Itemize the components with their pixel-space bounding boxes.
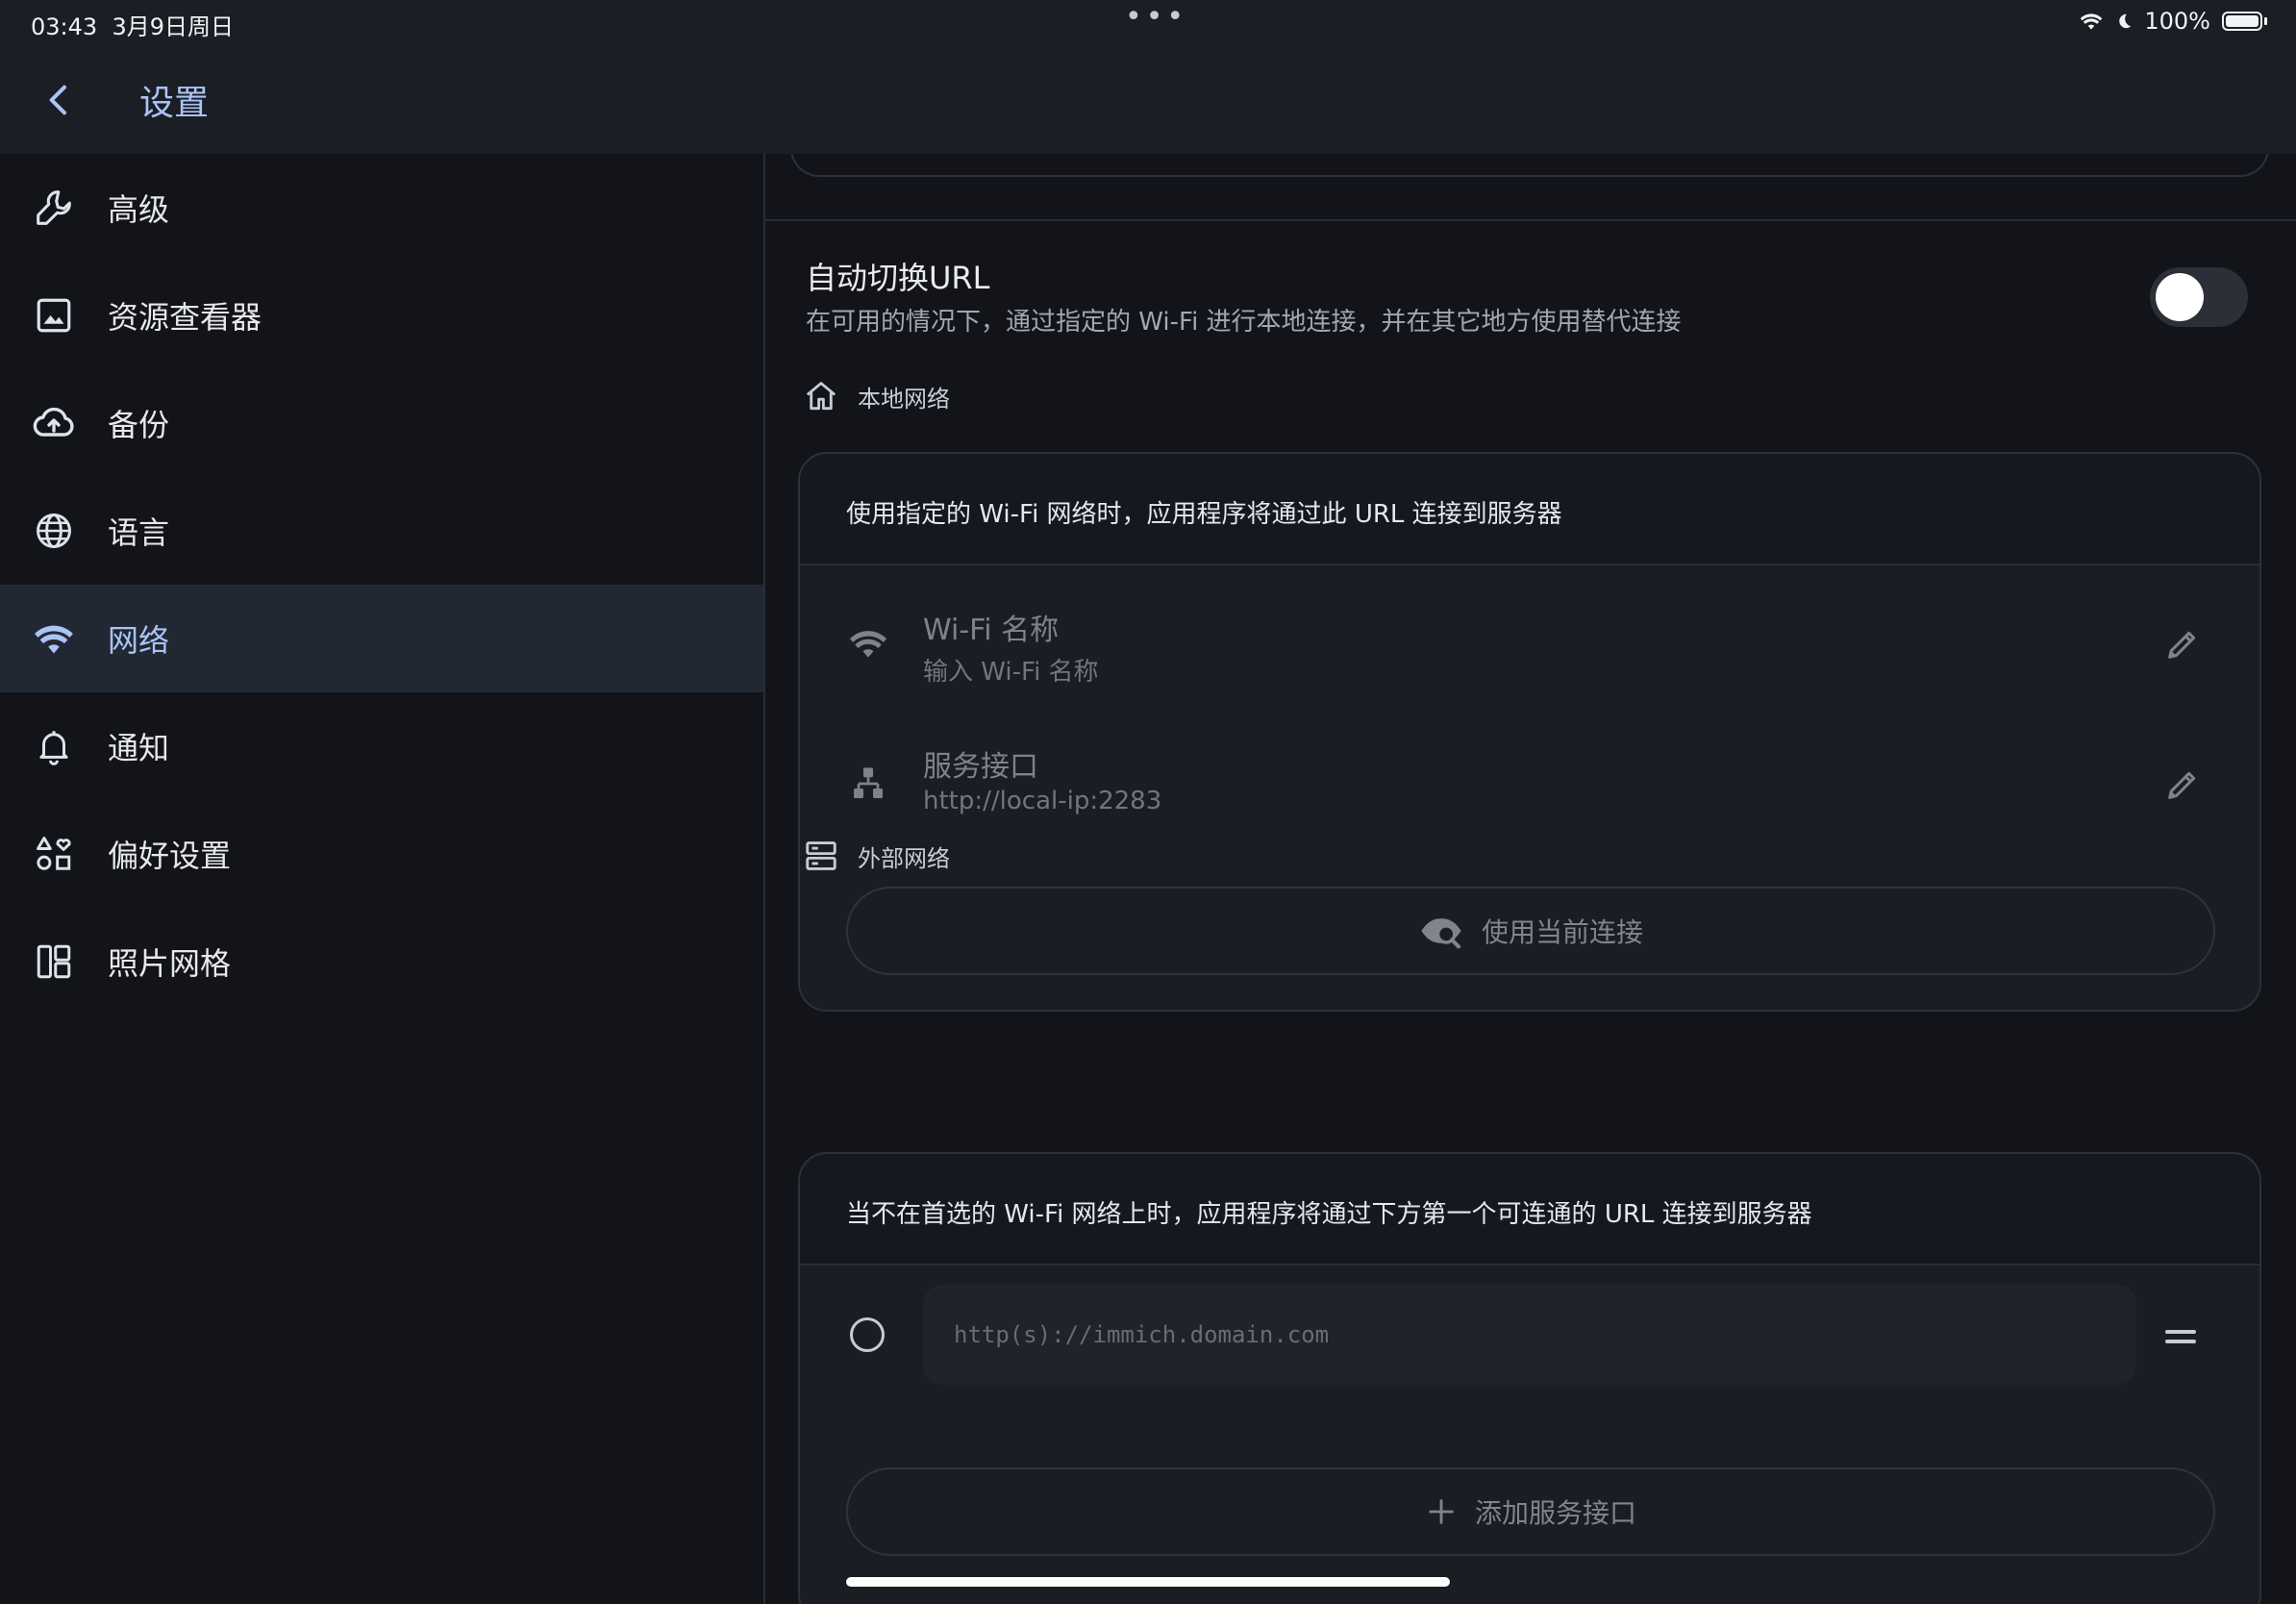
- server-endpoint-value: http://local-ip:2283: [923, 787, 1162, 815]
- external-network-description: 当不在首选的 Wi-Fi 网络上时，应用程序将通过下方第一个可连通的 URL 连…: [846, 1200, 1812, 1229]
- network-topology-icon: [844, 760, 892, 808]
- use-current-connection-button[interactable]: 使用当前连接: [846, 887, 2215, 975]
- battery-tip: [2264, 17, 2267, 25]
- sidebar: 高级 资源查看器 备份 语言 网络 通知 偏好设置 照片网格: [0, 154, 765, 1604]
- battery-percent: 100%: [2144, 8, 2210, 35]
- wifi-name-title: Wi-Fi 名称: [923, 614, 1060, 647]
- home-icon: [802, 377, 840, 415]
- wifi-name-row[interactable]: Wi-Fi 名称 输入 Wi-Fi 名称: [800, 589, 2259, 704]
- sidebar-item-label: 偏好设置: [108, 838, 232, 874]
- external-url-input[interactable]: [923, 1285, 2136, 1385]
- wrench-icon: [31, 185, 77, 231]
- wifi-status-icon: [2081, 13, 2103, 30]
- status-bar: 03:43 3月9日周日 ••• 100%: [0, 0, 2296, 46]
- multitasking-dots-icon[interactable]: •••: [1125, 0, 1187, 34]
- auto-switch-title: 自动切换URL: [806, 260, 990, 296]
- sidebar-item-label: 备份: [108, 407, 170, 443]
- battery-icon: [2222, 12, 2262, 31]
- sidebar-item-backup[interactable]: 备份: [0, 369, 763, 477]
- local-network-description: 使用指定的 Wi-Fi 网络时，应用程序将通过此 URL 连接到服务器: [846, 500, 1562, 529]
- edit-wifi-name-button[interactable]: [2156, 617, 2209, 671]
- sidebar-item-preferences[interactable]: 偏好设置: [0, 800, 763, 908]
- auto-switch-subtitle: 在可用的情况下，通过指定的 Wi-Fi 进行本地连接，并在其它地方使用替代连接: [806, 308, 1682, 337]
- pencil-icon: [2168, 631, 2196, 659]
- moon-icon: [2119, 13, 2132, 29]
- sidebar-item-network[interactable]: 网络: [0, 585, 763, 692]
- grid-layout-icon: [31, 939, 77, 985]
- external-network-card: 当不在首选的 Wi-Fi 网络上时，应用程序将通过下方第一个可连通的 URL 连…: [798, 1152, 2261, 1604]
- use-current-connection-label: 使用当前连接: [1481, 916, 1643, 948]
- status-indicators: 100%: [2079, 8, 2267, 35]
- external-network-header: 外部网络: [802, 837, 950, 875]
- local-network-card: 使用指定的 Wi-Fi 网络时，应用程序将通过此 URL 连接到服务器 Wi-F…: [798, 452, 2261, 1012]
- wifi-name-placeholder: 输入 Wi-Fi 名称: [923, 658, 1099, 687]
- sidebar-item-label: 资源查看器: [108, 299, 262, 336]
- eye-search-icon: [1421, 918, 1461, 949]
- sidebar-item-asset-viewer[interactable]: 资源查看器: [0, 262, 763, 369]
- sidebar-item-language[interactable]: 语言: [0, 477, 763, 585]
- add-server-endpoint-label: 添加服务接口: [1474, 1497, 1636, 1529]
- auto-switch-toggle[interactable]: [2150, 267, 2248, 327]
- local-network-fields: Wi-Fi 名称 输入 Wi-Fi 名称 服务接口 http://local-i…: [800, 565, 2259, 1010]
- external-network-fields: 添加服务接口: [800, 1266, 2259, 1604]
- local-network-header: 本地网络: [802, 377, 950, 415]
- cloud-upload-icon: [31, 400, 77, 446]
- sidebar-item-label: 网络: [108, 622, 170, 659]
- server-endpoint-title: 服务接口: [923, 750, 1038, 784]
- chevron-left-icon: [49, 85, 66, 115]
- previous-card-edge: [790, 154, 2269, 177]
- back-button[interactable]: [33, 73, 87, 127]
- plus-icon: [1429, 1499, 1454, 1524]
- bell-icon: [31, 723, 77, 769]
- sidebar-item-photo-grid[interactable]: 照片网格: [0, 908, 763, 1015]
- status-time: 03:43 3月9日周日: [31, 13, 234, 40]
- drag-handle-icon[interactable]: [2159, 1316, 2202, 1358]
- external-url-row: [800, 1285, 2259, 1394]
- page-title: 设置: [139, 84, 210, 123]
- url-radio[interactable]: [850, 1317, 885, 1352]
- edit-server-endpoint-button[interactable]: [2156, 758, 2209, 812]
- sidebar-item-advanced[interactable]: 高级: [0, 154, 763, 262]
- toggle-knob: [2156, 273, 2204, 321]
- pencil-icon: [2168, 771, 2196, 799]
- wifi-icon: [844, 619, 892, 667]
- sidebar-item-label: 照片网格: [108, 945, 232, 982]
- server-endpoint-row[interactable]: 服务接口 http://local-ip:2283: [800, 731, 2259, 846]
- globe-icon: [31, 508, 77, 554]
- image-icon: [31, 292, 77, 338]
- sidebar-item-label: 语言: [108, 514, 170, 551]
- sidebar-item-notifications[interactable]: 通知: [0, 692, 763, 800]
- server-icon: [802, 837, 840, 875]
- add-server-endpoint-button[interactable]: 添加服务接口: [846, 1467, 2215, 1556]
- sidebar-item-label: 高级: [108, 191, 170, 228]
- wifi-icon: [31, 615, 77, 662]
- home-indicator[interactable]: [846, 1577, 1450, 1587]
- sidebar-item-label: 通知: [108, 730, 170, 766]
- divider: [765, 219, 2296, 221]
- app-bar: 设置: [0, 46, 2296, 154]
- network-settings-panel: 自动切换URL 在可用的情况下，通过指定的 Wi-Fi 进行本地连接，并在其它地…: [765, 154, 2296, 1604]
- shapes-icon: [31, 831, 77, 877]
